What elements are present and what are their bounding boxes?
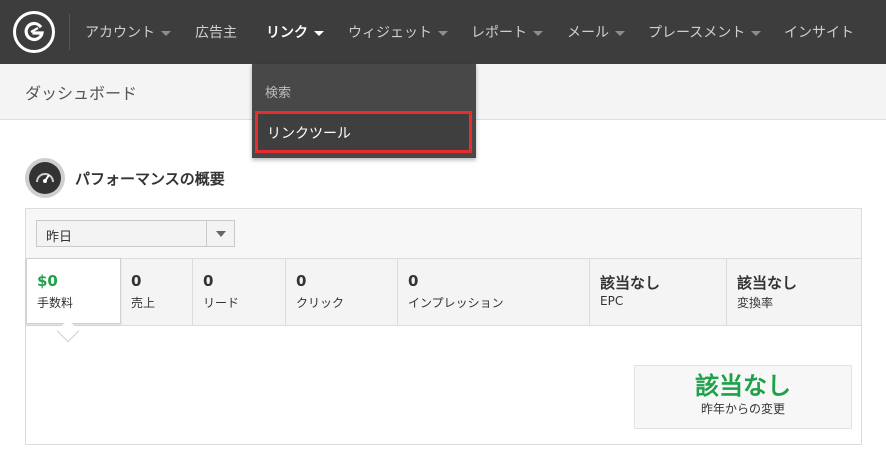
page-title: ダッシュボード [25,84,138,103]
panel-toolbar: 昨日 [26,209,861,259]
top-navigation: アカウント 広告主 リンク ウィジェット レポート メール プレースメント イン… [0,0,886,64]
metric-label: EPC [600,294,624,308]
metric-label: リード [203,296,240,310]
metric-tab-epc[interactable]: 該当なし EPC [590,259,727,325]
dropdown-item-label: リンクツール [267,126,351,142]
logo-icon [22,20,46,44]
metric-value: 0 [408,272,419,290]
metric-value: 該当なし [600,274,661,292]
nav-divider [69,14,70,50]
nav-item-label: リンク [266,25,308,41]
nav-item-placement[interactable]: プレースメント [648,0,762,64]
metric-tab-leads[interactable]: 0 リード [193,259,286,325]
change-label: 昨年からの変更 [700,402,785,416]
metric-tab-clicks[interactable]: 0 クリック [286,259,398,325]
metrics-row: $0 手数料 0 売上 0 リード 0 クリック 0 インプレッション 該当なし… [26,258,861,343]
nav-item-label: プレースメント [648,25,746,41]
nav-item-advertiser[interactable]: 広告主 [195,0,237,64]
metric-tab-conversion-rate[interactable]: 該当なし 変換率 [727,259,861,325]
speedometer-icon [25,158,65,198]
metric-label: インプレッション [408,296,504,310]
date-range-value: 昨日 [46,230,73,245]
chevron-down-icon [314,30,324,36]
nav-item-account[interactable]: アカウント [85,0,171,64]
section-title: パフォーマンスの概要 [75,170,225,188]
nav-item-label: 広告主 [195,25,237,41]
metric-value: $0 [37,272,58,290]
metric-label: 変換率 [737,296,774,310]
metric-value: 該当なし [737,274,798,292]
metric-label: クリック [296,296,345,310]
metric-value: 0 [203,272,214,290]
nav-item-label: メール [567,25,609,41]
dropdown-item-link-tool[interactable]: リンクツール [255,111,472,153]
metric-tab-impressions[interactable]: 0 インプレッション [398,259,590,325]
links-dropdown-menu: 検索 リンクツール [252,64,476,158]
nav-item-insight[interactable]: インサイト [784,0,854,64]
nav-item-widget[interactable]: ウィジェット [348,0,448,64]
select-arrow-button[interactable] [206,221,234,246]
nav-item-label: アカウント [85,25,155,41]
nav-item-mail[interactable]: メール [567,0,625,64]
nav-item-label: インサイト [784,25,854,41]
metric-tab-sales[interactable]: 0 売上 [121,259,193,325]
metric-value: 0 [296,272,307,290]
metric-tab-commission[interactable]: $0 手数料 [26,258,121,324]
performance-panel: 昨日 $0 手数料 0 売上 0 リード 0 クリック 0 インプレッション 該… [25,208,862,445]
nav-item-links[interactable]: リンク [266,0,324,64]
change-value: 該当なし [695,372,791,400]
metric-value: 0 [131,272,142,290]
nav-item-label: レポート [471,25,527,41]
metric-label: 手数料 [37,296,74,310]
chevron-down-icon [161,30,171,36]
app-logo[interactable] [13,11,55,53]
nav-item-report[interactable]: レポート [471,0,543,64]
date-range-select[interactable]: 昨日 [36,220,235,247]
chevron-down-icon [751,30,762,36]
chevron-down-icon [615,30,625,36]
chevron-down-icon [533,30,543,36]
dropdown-item-search[interactable]: 検索 [265,82,291,101]
chevron-down-icon [215,230,226,237]
year-over-year-change-box: 該当なし 昨年からの変更 [634,365,852,429]
chevron-down-icon [438,30,448,36]
nav-item-label: ウィジェット [348,25,432,41]
metric-label: 売上 [131,296,156,310]
